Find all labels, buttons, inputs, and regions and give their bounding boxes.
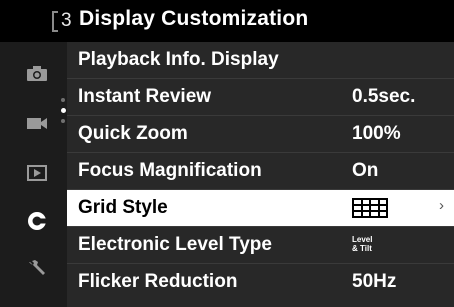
menu-item-quick-zoom[interactable]: Quick Zoom 100% xyxy=(67,116,454,153)
page-number: 3 xyxy=(61,10,72,31)
sidebar xyxy=(0,42,67,307)
page-bracket-icon xyxy=(52,10,58,32)
menu-item-label: Quick Zoom xyxy=(78,123,188,144)
menu-item-label: Focus Magnification xyxy=(78,160,262,181)
menu-item-playback-info-display[interactable]: Playback Info. Display xyxy=(67,42,454,79)
menu-item-label: Playback Info. Display xyxy=(78,49,279,70)
page-dot-active xyxy=(61,108,66,113)
menu-item-electronic-level-type[interactable]: Electronic Level Type Level & Tilt xyxy=(67,227,454,264)
movie-icon[interactable] xyxy=(24,112,50,134)
level-tilt-line2: & Tilt xyxy=(352,244,372,253)
grid-4x3-icon xyxy=(352,198,388,218)
menu-item-focus-magnification[interactable]: Focus Magnification On xyxy=(67,153,454,190)
title-bar: 3 Display Customization xyxy=(0,0,454,42)
level-tilt-icon: Level & Tilt xyxy=(352,235,372,253)
menu-item-flicker-reduction[interactable]: Flicker Reduction 50Hz xyxy=(67,264,454,307)
menu-item-label: Flicker Reduction xyxy=(78,271,238,292)
page-title: Display Customization xyxy=(79,7,309,30)
menu-item-value: On xyxy=(352,160,379,181)
menu-item-grid-style[interactable]: Grid Style › xyxy=(67,190,454,227)
menu-list: Playback Info. Display Instant Review 0.… xyxy=(67,42,454,307)
chevron-right-icon: › xyxy=(439,197,444,214)
menu-item-value: 0.5sec. xyxy=(352,86,416,107)
page-number-indicator: 3 xyxy=(52,8,72,34)
level-tilt-line1: Level xyxy=(352,235,373,244)
camera-icon[interactable] xyxy=(24,62,50,84)
setup-wrench-icon[interactable] xyxy=(24,258,50,280)
menu-item-label: Instant Review xyxy=(78,86,212,107)
page-dot xyxy=(61,98,65,102)
menu-item-value: 100% xyxy=(352,123,401,144)
menu-item-instant-review[interactable]: Instant Review 0.5sec. xyxy=(67,79,454,116)
page-dot xyxy=(61,119,65,123)
menu-item-label: Electronic Level Type xyxy=(78,234,272,255)
menu-item-value: 50Hz xyxy=(352,271,397,292)
playback-icon[interactable] xyxy=(24,162,50,184)
menu-item-label: Grid Style xyxy=(78,197,168,218)
custom-settings-icon[interactable] xyxy=(24,210,50,232)
